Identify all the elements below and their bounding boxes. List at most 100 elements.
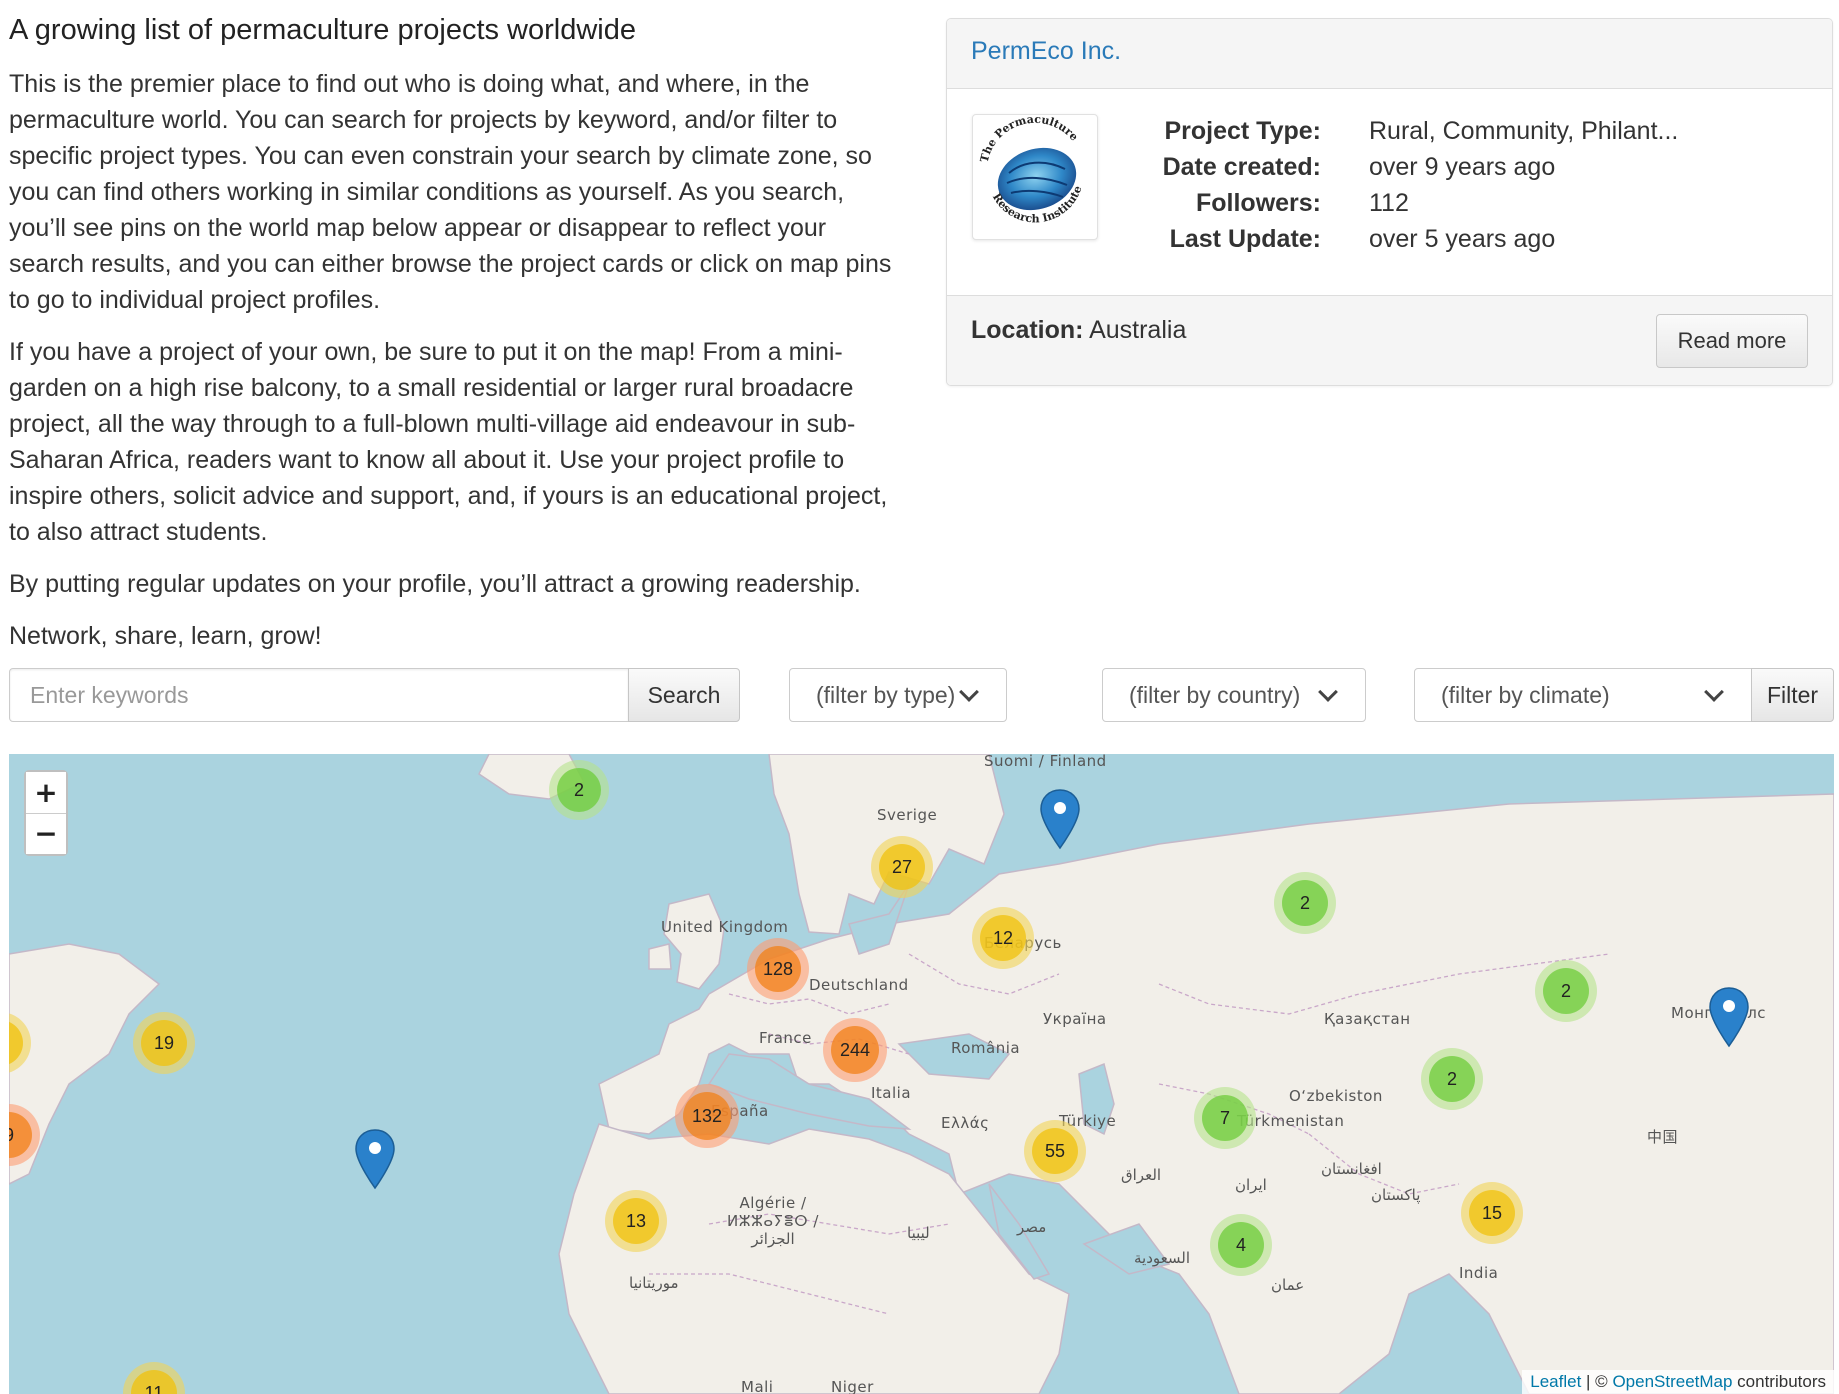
chevron-down-icon: [1317, 684, 1339, 706]
map-label: Italia: [871, 1084, 912, 1102]
cluster-count: 244: [831, 1026, 879, 1074]
map-label: Algérie / ⵍⵣⵣⴰⵢⴻⵔ / الجزائر: [727, 1194, 819, 1248]
map-cluster-marker[interactable]: 128: [747, 938, 809, 1000]
intro-paragraph: This is the premier place to find out wh…: [9, 70, 892, 314]
map-label: ليبيا: [907, 1224, 930, 1242]
meta-value: 112: [1369, 189, 1409, 217]
filter-country-select[interactable]: (filter by country): [1102, 668, 1366, 722]
meta-row-created: Date created: over 9 years ago: [1125, 149, 1678, 185]
cluster-count: 2: [1543, 968, 1589, 1014]
map-cluster-marker[interactable]: 244: [823, 1018, 887, 1082]
map-cluster-marker[interactable]: 132: [675, 1084, 739, 1148]
page-heading: A growing list of permaculture projects …: [9, 14, 636, 46]
cluster-count: 2: [557, 768, 601, 812]
filter-country-value: (filter by country): [1129, 681, 1301, 708]
location-label: Location:: [971, 316, 1084, 344]
meta-row-type: Project Type: Rural, Community, Philant.…: [1125, 113, 1678, 149]
cluster-count: 12: [980, 915, 1026, 961]
map-label: افغانستان: [1321, 1160, 1382, 1178]
filter-type-select[interactable]: (filter by type): [789, 668, 1007, 722]
zoom-in-button[interactable]: +: [26, 772, 66, 813]
meta-value: over 9 years ago: [1369, 153, 1556, 181]
keyword-search-input[interactable]: [9, 668, 629, 722]
map-cluster-marker[interactable]: 7: [1194, 1087, 1256, 1149]
project-logo[interactable]: The Permaculture Research Institute: [972, 113, 1098, 240]
project-card: PermEco Inc. The Permaculture Research I…: [946, 18, 1833, 386]
leaflet-link[interactable]: Leaflet: [1530, 1372, 1581, 1391]
map-label: موريتانيا: [629, 1274, 679, 1292]
map-label: ایران: [1235, 1176, 1267, 1194]
map-cluster-marker[interactable]: 4: [1210, 1214, 1272, 1276]
map-label: Қазақстан: [1324, 1010, 1411, 1028]
map-label: السعودية: [1134, 1249, 1191, 1267]
map-label: United Kingdom: [661, 918, 789, 936]
cluster-count: 15: [1469, 1190, 1515, 1236]
intro-paragraph: If you have a project of your own, be su…: [9, 338, 888, 546]
map-pin-icon[interactable]: [1039, 788, 1081, 852]
openstreetmap-link[interactable]: OpenStreetMap: [1612, 1372, 1732, 1391]
map-cluster-marker[interactable]: 12: [972, 907, 1034, 969]
map-cluster-marker[interactable]: 15: [1461, 1182, 1523, 1244]
map-pin-icon[interactable]: [354, 1128, 396, 1192]
meta-label: Project Type:: [1164, 117, 1321, 145]
cluster-count: 9: [9, 1112, 32, 1158]
cluster-count: 128: [755, 946, 801, 992]
map-cluster-marker[interactable]: 13: [605, 1190, 667, 1252]
map-label: Ελλάς: [941, 1114, 990, 1132]
cluster-count: 7: [1202, 1095, 1248, 1141]
attribution-contributors: contributors: [1732, 1372, 1826, 1391]
attribution-separator: | ©: [1581, 1372, 1613, 1391]
project-card-header: PermEco Inc.: [947, 19, 1832, 89]
project-card-footer: Location: Australia Read more: [947, 295, 1832, 385]
chevron-down-icon: [1703, 684, 1725, 706]
map-cluster-marker[interactable]: 2: [549, 760, 609, 820]
project-meta: Project Type: Rural, Community, Philant.…: [1125, 113, 1679, 257]
map-pin-icon[interactable]: [1708, 986, 1750, 1050]
map-cluster-marker[interactable]: 27: [871, 836, 933, 898]
map-label: Sverige: [877, 806, 938, 824]
map-label: Deutschland: [809, 976, 909, 994]
map-label: Mali: [741, 1378, 774, 1394]
search-filter-bar: Search (filter by type) (filter by count…: [9, 668, 1834, 722]
intro-paragraph: Network, share, learn, grow!: [9, 622, 322, 650]
map-label: العراق: [1121, 1166, 1162, 1184]
meta-value: over 5 years ago: [1369, 225, 1556, 253]
cluster-count: 55: [1032, 1128, 1078, 1174]
filter-button[interactable]: Filter: [1751, 668, 1834, 722]
map-cluster-marker[interactable]: 2: [1421, 1048, 1483, 1110]
map-cluster-marker[interactable]: 2: [1274, 872, 1336, 934]
cluster-count: 27: [879, 844, 925, 890]
filter-type-value: (filter by type): [816, 681, 956, 708]
map-cluster-marker[interactable]: 2: [1535, 960, 1597, 1022]
map-label: India: [1459, 1264, 1499, 1282]
meta-row-followers: Followers: 112: [1125, 185, 1678, 221]
read-more-button[interactable]: Read more: [1656, 314, 1808, 368]
map-label: مصر: [1017, 1218, 1047, 1236]
filter-climate-select[interactable]: (filter by climate): [1414, 668, 1752, 722]
map-label: România: [951, 1039, 1021, 1057]
meta-label: Last Update:: [1169, 225, 1321, 253]
map-label: O‘zbekiston: [1289, 1087, 1383, 1105]
zoom-out-button[interactable]: −: [26, 813, 66, 854]
project-title-link[interactable]: PermEco Inc.: [971, 37, 1121, 65]
meta-row-updated: Last Update: over 5 years ago: [1125, 221, 1678, 257]
cluster-count: 19: [141, 1020, 187, 1066]
map-label: Suomi / Finland: [984, 754, 1107, 770]
map-cluster-marker[interactable]: 19: [133, 1012, 195, 1074]
chevron-down-icon: [958, 684, 980, 706]
map-zoom-control: + −: [24, 770, 68, 856]
project-card-body: The Permaculture Research Institute Proj…: [947, 89, 1832, 295]
map-label: عمان: [1271, 1276, 1305, 1294]
map-attribution: Leaflet | © OpenStreetMap contributors: [1522, 1370, 1834, 1394]
project-map[interactable]: Suomi / Finland Sverige United Kingdom D…: [9, 754, 1834, 1394]
cluster-count: 2: [1429, 1056, 1475, 1102]
search-button[interactable]: Search: [628, 668, 740, 722]
meta-label: Followers:: [1195, 189, 1321, 217]
map-cluster-marker[interactable]: 55: [1024, 1120, 1086, 1182]
meta-label: Date created:: [1162, 153, 1321, 181]
map-label: 中国: [1647, 1128, 1679, 1146]
map-label: France: [759, 1029, 812, 1047]
intro-paragraph: By putting regular updates on your profi…: [9, 570, 861, 598]
cluster-count: 132: [683, 1092, 731, 1140]
cluster-count: 11: [131, 1370, 177, 1394]
